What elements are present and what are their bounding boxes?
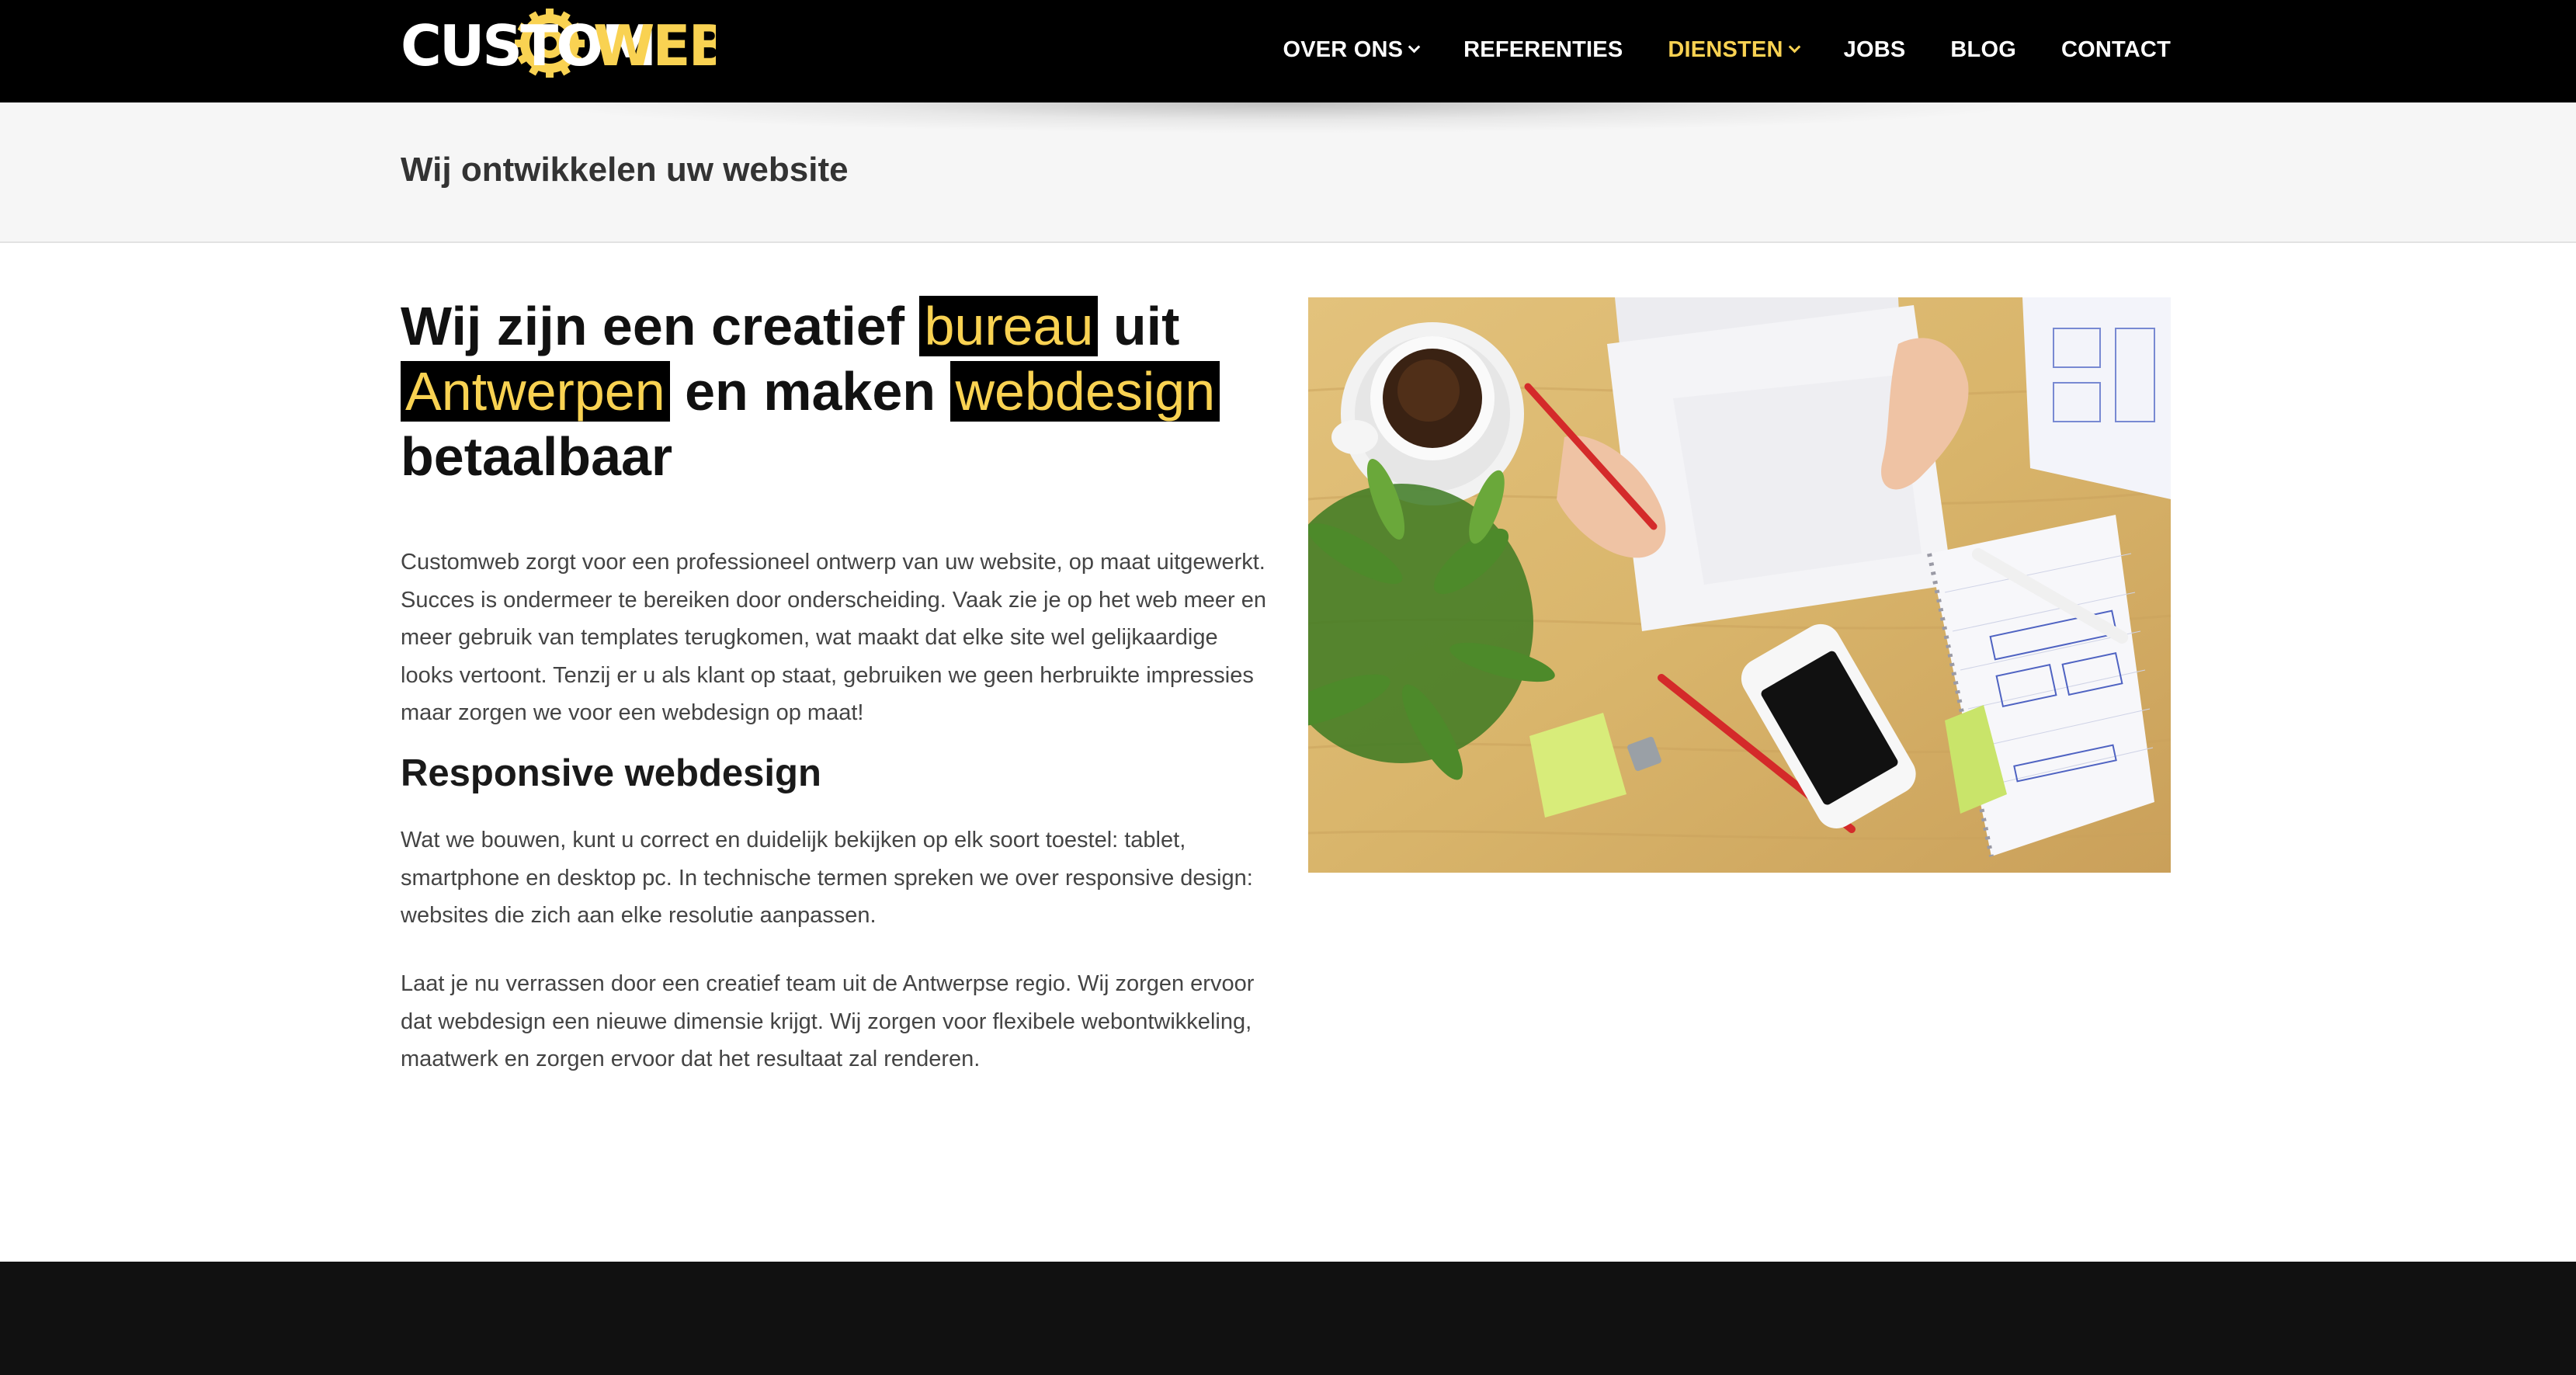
header-shadow [528, 102, 2042, 134]
headline-highlight: bureau [919, 296, 1099, 356]
desk-workspace-image [1308, 297, 2171, 873]
headline-highlight: Antwerpen [401, 361, 670, 422]
page-title: Wij ontwikkelen uw website [401, 151, 849, 189]
section-heading-responsive: Responsive webdesign [401, 752, 821, 794]
chevron-down-icon [1408, 40, 1421, 54]
nav-item-label: REFERENTIES [1463, 36, 1623, 62]
nav-item-blog[interactable]: BLOG [1950, 37, 2016, 63]
nav-item-label: DIENSTEN [1668, 36, 1783, 62]
team-paragraph: Laat je nu verrassen door een creatief t… [401, 971, 1255, 1071]
nav-item-label: CONTACT [2060, 36, 2171, 62]
headline-highlight: webdesign [950, 361, 1220, 422]
hero-headline: Wij zijn een creatief bureau uit Antwerp… [401, 293, 1286, 489]
customweb-logo[interactable]: CUSTOM WEB [401, 8, 716, 78]
nav-item-over-ons[interactable]: OVER ONS [1283, 36, 1421, 63]
nav-item-contact[interactable]: CONTACT [2061, 37, 2171, 63]
nav-item-label: OVER ONS [1283, 36, 1404, 62]
intro-paragraph: Customweb zorgt voor een professioneel o… [401, 550, 1266, 725]
page-title-bar: Wij ontwikkelen uw website [0, 102, 2576, 243]
headline-text: betaalbaar [401, 426, 673, 487]
responsive-paragraph: Wat we bouwen, kunt u correct en duideli… [401, 828, 1253, 928]
nav-item-jobs[interactable]: JOBS [1844, 37, 1906, 63]
nav-item-diensten[interactable]: DIENSTEN [1668, 36, 1800, 63]
site-header: CUSTOM WEB OVER ONS REFERENTIES DIENSTEN… [0, 0, 2576, 102]
headline-text: en maken [669, 361, 951, 422]
nav-item-label: BLOG [1950, 36, 2016, 62]
chevron-down-icon [1788, 40, 1800, 54]
nav-item-referenties[interactable]: REFERENTIES [1463, 37, 1623, 63]
headline-text: uit [1098, 296, 1180, 356]
main-nav: OVER ONS REFERENTIES DIENSTEN JOBS BLOG … [1238, 0, 2171, 99]
site-footer [0, 1262, 2576, 1375]
svg-text:WEB: WEB [593, 13, 716, 78]
nav-item-label: JOBS [1843, 36, 1906, 62]
headline-text: Wij zijn een creatief [401, 296, 920, 356]
